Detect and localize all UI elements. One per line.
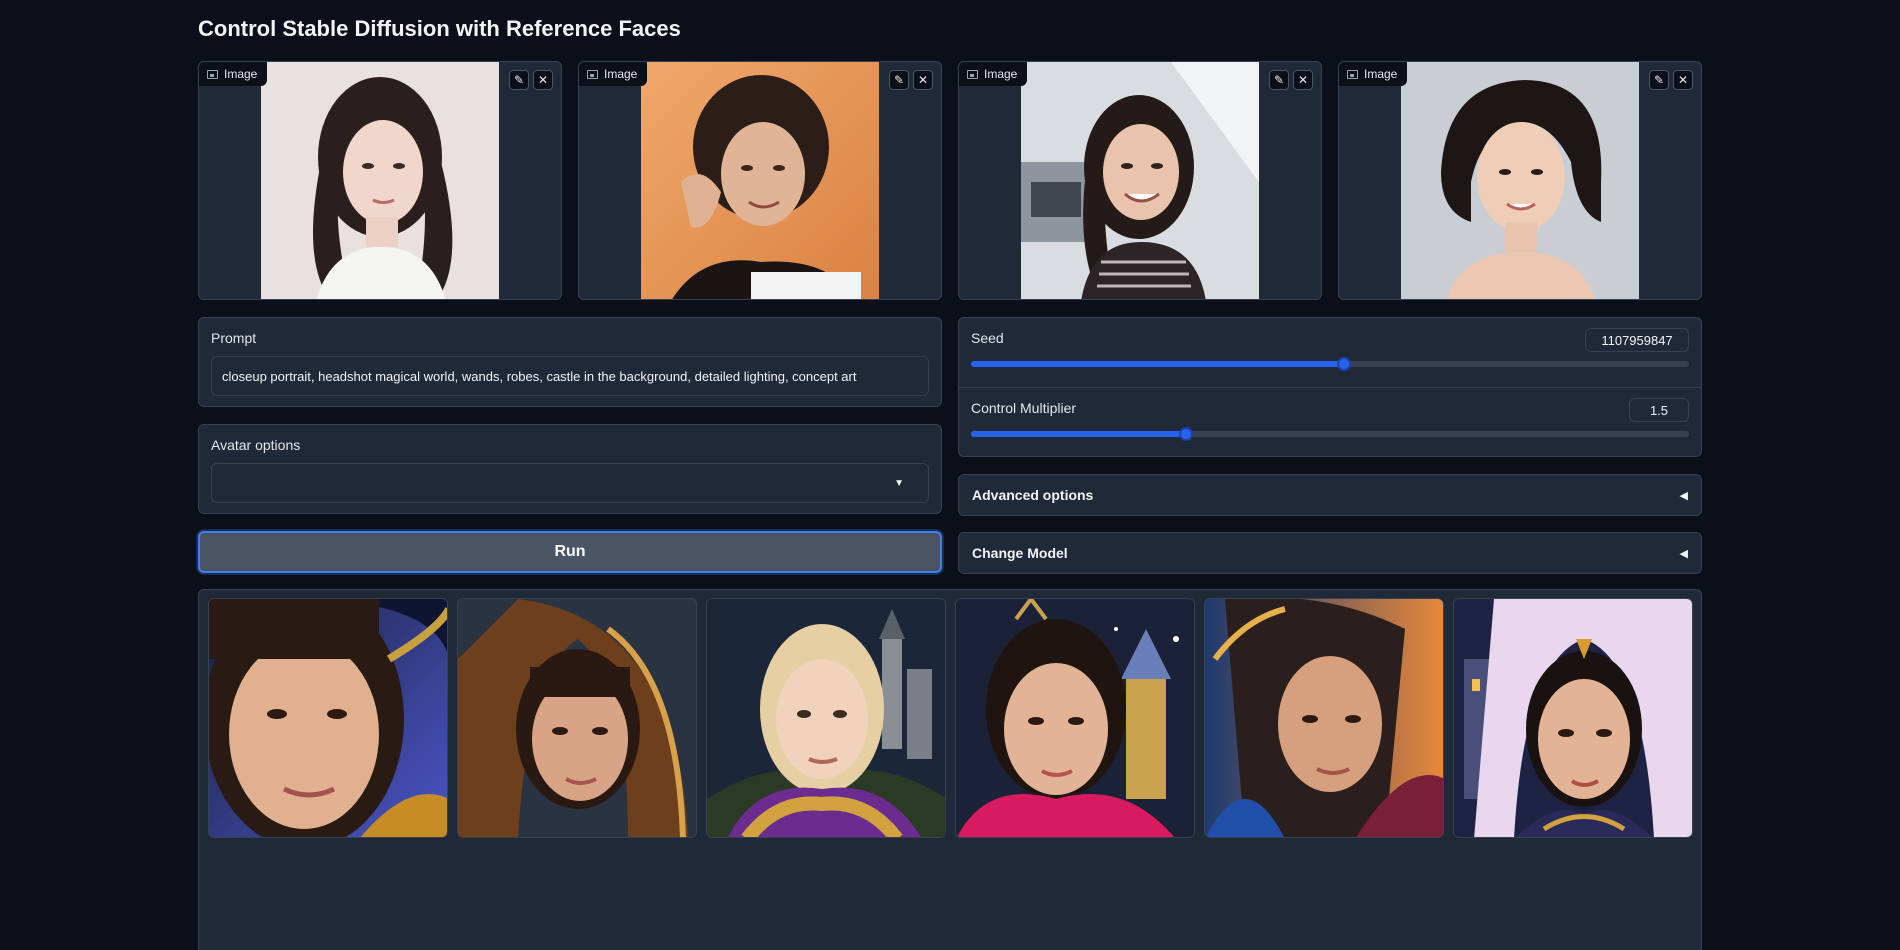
gallery-image-3[interactable] (706, 598, 946, 838)
change-model-accordion[interactable]: Change Model ◀ (958, 532, 1702, 574)
reference-face-image (1021, 62, 1259, 299)
control-multiplier-slider-thumb[interactable] (1179, 427, 1193, 441)
image-tag: Image (199, 62, 268, 86)
avatar-options-label: Avatar options (211, 437, 301, 453)
image-tag: Image (1339, 62, 1408, 86)
image-icon (587, 69, 598, 79)
gallery-image-2[interactable] (457, 598, 697, 838)
page-title: Control Stable Diffusion with Reference … (198, 16, 681, 41)
reference-face-image (641, 62, 879, 299)
pencil-icon[interactable]: ✎ (889, 70, 909, 90)
seed-slider-thumb[interactable] (1337, 357, 1351, 371)
close-icon[interactable]: ✕ (1673, 70, 1693, 90)
gallery-image-5[interactable] (1204, 598, 1444, 838)
image-input-1[interactable]: Image ✎ ✕ (198, 61, 562, 300)
prompt-input[interactable]: closeup portrait, headshot magical world… (211, 356, 929, 396)
seed-slider[interactable] (971, 357, 1689, 371)
advanced-options-accordion[interactable]: Advanced options ◀ (958, 474, 1702, 516)
run-button[interactable]: Run (198, 531, 942, 573)
avatar-options-panel: Avatar options ▼ (198, 424, 942, 514)
divider (959, 387, 1701, 388)
close-icon[interactable]: ✕ (1293, 70, 1313, 90)
image-input-4[interactable]: Image ✎ ✕ (1338, 61, 1702, 300)
control-multiplier-slider[interactable] (971, 427, 1689, 441)
image-icon (1347, 69, 1358, 79)
chevron-down-icon: ▼ (894, 477, 904, 489)
seed-number-input[interactable]: 1107959847 (1585, 328, 1689, 352)
gallery-image-4[interactable] (955, 598, 1195, 838)
change-model-label: Change Model (972, 545, 1068, 561)
image-icon (967, 69, 978, 79)
image-input-2[interactable]: Image ✎ ✕ (578, 61, 942, 300)
close-icon[interactable]: ✕ (913, 70, 933, 90)
seed-slider-fill (971, 361, 1344, 367)
seed-label: Seed (971, 330, 1004, 346)
image-tag: Image (579, 62, 648, 86)
gallery-image-6[interactable] (1453, 598, 1693, 838)
image-tag: Image (959, 62, 1028, 86)
prompt-panel: Prompt closeup portrait, headshot magica… (198, 317, 942, 407)
control-multiplier-label: Control Multiplier (971, 400, 1077, 416)
sliders-panel: Seed 1107959847 Control Multiplier 1.5 (958, 317, 1702, 457)
pencil-icon[interactable]: ✎ (1269, 70, 1289, 90)
pencil-icon[interactable]: ✎ (1649, 70, 1669, 90)
control-multiplier-slider-fill (971, 431, 1186, 437)
avatar-options-dropdown[interactable]: ▼ (211, 463, 929, 503)
gallery-image-1[interactable] (208, 598, 448, 838)
reference-face-image (261, 62, 499, 299)
pencil-icon[interactable]: ✎ (509, 70, 529, 90)
prompt-label: Prompt (211, 330, 257, 346)
triangle-left-icon: ◀ (1679, 547, 1688, 560)
image-input-3[interactable]: Image ✎ ✕ (958, 61, 1322, 300)
control-multiplier-number-input[interactable]: 1.5 (1629, 398, 1689, 422)
triangle-left-icon: ◀ (1679, 489, 1688, 502)
image-icon (207, 69, 218, 79)
reference-face-image (1401, 62, 1639, 299)
close-icon[interactable]: ✕ (533, 70, 553, 90)
advanced-options-label: Advanced options (972, 487, 1094, 503)
